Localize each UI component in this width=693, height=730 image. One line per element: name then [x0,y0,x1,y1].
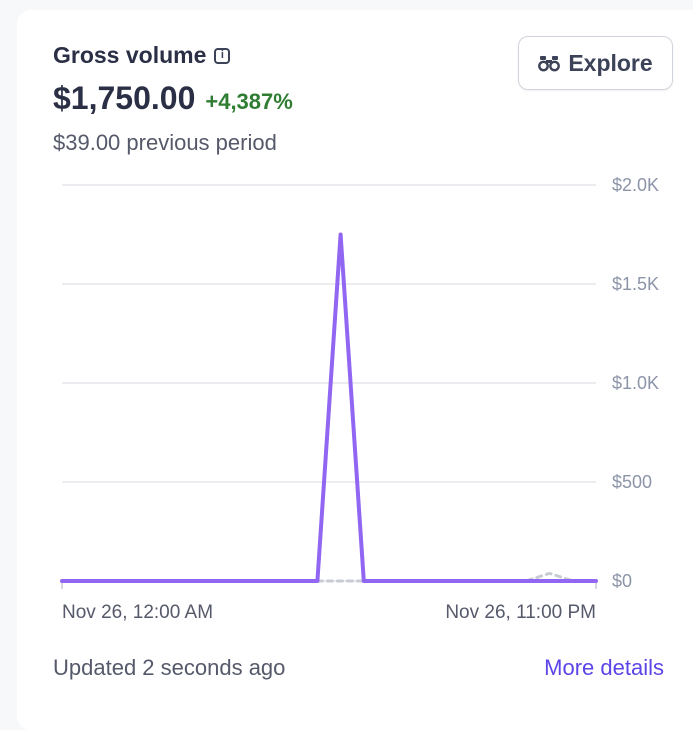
y-tick-label: $0 [612,571,632,591]
more-details-link[interactable]: More details [544,655,664,681]
x-tick-label-end: Nov 26, 11:00 PM [445,602,596,623]
y-tick-label: $500 [612,472,652,492]
gross-volume-chart: $2.0K $1.5K $1.0K $500 $0 Nov 26, 12:00 AM N… [60,175,659,623]
y-tick-label: $2.0K [612,175,659,195]
y-tick-label: $1.0K [612,373,659,393]
x-tick-label-start: Nov 26, 12:00 AM [62,602,213,623]
updated-timestamp: Updated 2 seconds ago [53,655,286,680]
y-tick-label: $1.5K [612,274,659,294]
chart-x-labels: Nov 26, 12:00 AM Nov 26, 11:00 PM [62,602,596,623]
current-period-line [60,232,598,583]
chart-series [60,232,598,583]
